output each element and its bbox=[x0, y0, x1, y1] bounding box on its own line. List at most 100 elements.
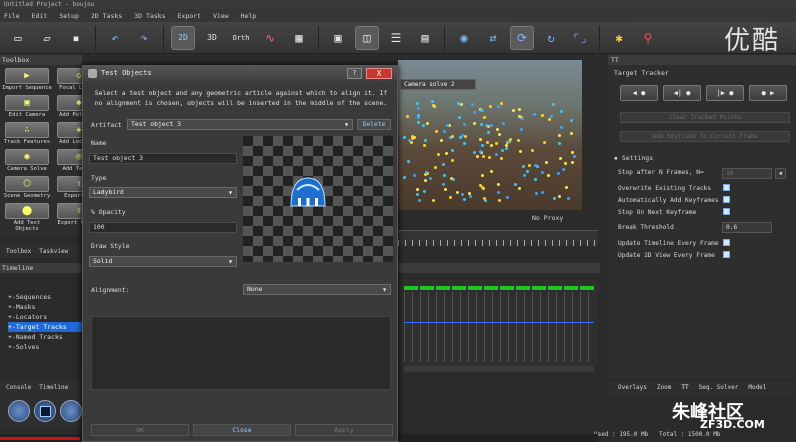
alignment-select[interactable]: None bbox=[243, 284, 391, 295]
ok-button[interactable]: OK bbox=[91, 424, 189, 436]
tab-model[interactable]: Model bbox=[748, 382, 766, 394]
apply-button[interactable]: Apply bbox=[295, 424, 393, 436]
stop-next-checkbox[interactable] bbox=[723, 208, 730, 215]
track-back-button[interactable]: ◀ ● bbox=[620, 85, 658, 101]
help-button[interactable]: ? bbox=[347, 68, 362, 79]
menu-edit[interactable]: Edit bbox=[32, 12, 48, 20]
menu-view[interactable]: View bbox=[213, 12, 229, 20]
tree-item-masks[interactable]: +-Masks bbox=[8, 302, 82, 312]
stop-button[interactable] bbox=[34, 400, 56, 422]
track-point bbox=[487, 125, 491, 129]
alignment-list[interactable] bbox=[91, 316, 391, 390]
track-point bbox=[417, 121, 421, 125]
track-forward-button[interactable]: ● ▶ bbox=[749, 85, 787, 101]
tab-seq-solver[interactable]: Seq. Solver bbox=[699, 382, 739, 394]
tool-import-sequence[interactable]: ▶ Import Sequence bbox=[2, 68, 52, 94]
track-back-step-button[interactable]: ◀| ● bbox=[663, 85, 701, 101]
artifact-select[interactable]: Test object 3 bbox=[127, 119, 353, 130]
camera-solve-select[interactable]: Camera solve 2 bbox=[400, 79, 476, 90]
undo-icon[interactable]: ↶ bbox=[103, 26, 127, 50]
menu-setup[interactable]: Setup bbox=[59, 12, 79, 20]
bracket-icon[interactable]: ⌜⌟ bbox=[568, 26, 592, 50]
tool-add-test-objects[interactable]: ⬤ Add Test Objects bbox=[2, 203, 52, 232]
geometry-icon: ⬡ bbox=[5, 176, 49, 192]
tree-item-solves[interactable]: +-Solves bbox=[8, 342, 82, 352]
name-field[interactable]: Test object 3 bbox=[89, 153, 237, 164]
curve-icon[interactable]: ∿ bbox=[258, 26, 282, 50]
view-3d-button[interactable]: 3D bbox=[200, 26, 224, 50]
grid-icon[interactable]: ▦ bbox=[287, 26, 311, 50]
refresh-icon[interactable]: ↻ bbox=[539, 26, 563, 50]
globe-icon[interactable]: ◉ bbox=[452, 26, 476, 50]
sync-icon[interactable]: ⇄ bbox=[481, 26, 505, 50]
tree-item-locators[interactable]: +-Locators bbox=[8, 312, 82, 322]
key-icon[interactable]: ⚲ bbox=[636, 26, 660, 50]
option-checkbox[interactable] bbox=[91, 399, 391, 409]
tt-title: Target Tracker bbox=[614, 69, 669, 77]
view-2d-button[interactable]: 2D bbox=[171, 25, 195, 50]
track-point bbox=[570, 151, 574, 155]
bee-icon[interactable]: ✱ bbox=[607, 26, 631, 50]
panels-icon[interactable]: ▤ bbox=[413, 26, 437, 50]
proxy-label: No Proxy bbox=[532, 214, 564, 222]
track-point bbox=[499, 102, 503, 106]
type-select[interactable]: Ladybird bbox=[89, 187, 237, 198]
tab-zoom[interactable]: Zoom bbox=[657, 382, 671, 394]
open-icon[interactable]: ▭ bbox=[6, 26, 30, 50]
stop-after-input[interactable]: 10 bbox=[722, 168, 772, 179]
menu-file[interactable]: File bbox=[4, 12, 20, 20]
tab-overlays[interactable]: Overlays bbox=[618, 382, 647, 394]
right-panel-tabs: Overlays Zoom TT Seq. Solver Model bbox=[608, 382, 796, 394]
play-button[interactable] bbox=[60, 400, 82, 422]
track-point bbox=[560, 110, 564, 114]
overwrite-checkbox[interactable] bbox=[723, 184, 730, 191]
view-ortho-button[interactable]: Orth bbox=[229, 26, 253, 50]
timeline-scrollbar[interactable] bbox=[404, 366, 594, 372]
update-2d-checkbox[interactable] bbox=[723, 251, 730, 258]
track-point bbox=[460, 133, 464, 137]
menu-export[interactable]: Export bbox=[178, 12, 201, 20]
tool-edit-camera[interactable]: ▣ Edit Camera bbox=[2, 95, 52, 121]
track-point bbox=[444, 152, 448, 156]
split-view-icon[interactable]: ◫ bbox=[355, 25, 379, 50]
clear-tracked-points-button[interactable]: Clear Tracked Points bbox=[620, 112, 790, 123]
add-keyframe-button[interactable]: Add Keyframe To Current Frame bbox=[620, 131, 790, 142]
solve-icon[interactable]: ⟳ bbox=[510, 25, 534, 50]
update-timeline-checkbox[interactable] bbox=[723, 239, 730, 246]
toolbar-divider bbox=[318, 25, 319, 50]
menu-help[interactable]: Help bbox=[241, 12, 257, 20]
tool-scene-geometry[interactable]: ⬡ Scene Geometry bbox=[2, 176, 52, 202]
tab-toolbox[interactable]: Toolbox bbox=[6, 246, 31, 258]
track-point bbox=[470, 103, 474, 107]
save-icon[interactable]: ▪ bbox=[64, 26, 88, 50]
redo-icon[interactable]: ↷ bbox=[132, 26, 156, 50]
tab-taskview[interactable]: Taskview bbox=[39, 246, 68, 258]
tool-label: Edit Camera bbox=[8, 112, 46, 118]
delete-button[interactable]: Delete bbox=[357, 119, 391, 130]
tool-track-features[interactable]: ∴ Track Features bbox=[2, 122, 52, 148]
alignment-label: Alignment: bbox=[91, 286, 130, 294]
opacity-field[interactable]: 100 bbox=[89, 222, 237, 233]
folder-icon[interactable]: ▱ bbox=[35, 26, 59, 50]
tab-timeline[interactable]: Timeline bbox=[39, 382, 68, 394]
menu-2d-tasks[interactable]: 2D Tasks bbox=[91, 12, 122, 20]
rewind-button[interactable] bbox=[8, 400, 30, 422]
tab-console[interactable]: Console bbox=[6, 382, 31, 394]
tab-tt[interactable]: TT bbox=[681, 382, 688, 394]
tree-item-target-tracks[interactable]: +-Target Tracks bbox=[8, 322, 82, 332]
close-icon[interactable]: X bbox=[366, 68, 392, 79]
tree-item-named-tracks[interactable]: +-Named Tracks bbox=[8, 332, 82, 342]
camera-view-icon[interactable]: ▣ bbox=[326, 26, 350, 50]
menu-3d-tasks[interactable]: 3D Tasks bbox=[134, 12, 165, 20]
layout-icon[interactable]: ☰ bbox=[384, 26, 408, 50]
track-forward-step-button[interactable]: |▶ ● bbox=[706, 85, 744, 101]
break-threshold-input[interactable]: 0.6 bbox=[722, 222, 772, 233]
stop-after-spin[interactable]: ▪ bbox=[775, 168, 786, 179]
track-point bbox=[540, 191, 544, 195]
tool-camera-solve[interactable]: ◉ Camera Solve bbox=[2, 149, 52, 175]
close-button[interactable]: Close bbox=[193, 424, 291, 436]
track-icon: ∴ bbox=[5, 122, 49, 138]
auto-add-checkbox[interactable] bbox=[723, 196, 730, 203]
draw-style-select[interactable]: Solid bbox=[89, 256, 237, 267]
tree-item-sequences[interactable]: +-Sequences bbox=[8, 292, 82, 302]
